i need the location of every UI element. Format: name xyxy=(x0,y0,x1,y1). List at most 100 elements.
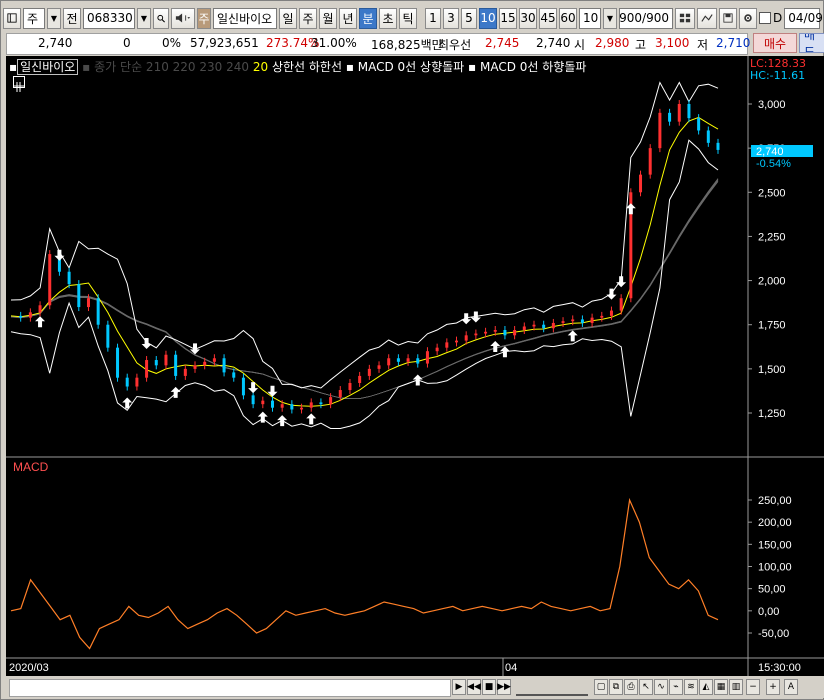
up-arrow-icon xyxy=(567,330,578,342)
candle-body xyxy=(261,400,265,405)
d-label: D xyxy=(773,11,783,25)
panel-icon[interactable] xyxy=(3,7,21,29)
candle-body xyxy=(455,340,459,343)
chart-canvas[interactable]: 3,0002,7502,5002,2502,0001,7501,5001,250… xyxy=(6,56,824,676)
horizontal-scrollbar[interactable] xyxy=(9,679,451,697)
save-icon[interactable] xyxy=(719,7,737,29)
sell-button[interactable]: 매도 xyxy=(799,33,824,53)
speaker-icon[interactable] xyxy=(171,7,195,29)
candle-body xyxy=(551,322,555,329)
trend-icon[interactable]: ⌁ xyxy=(669,679,683,695)
candle-body xyxy=(416,358,420,364)
area-icon[interactable]: ◭ xyxy=(699,679,713,695)
candle-body xyxy=(135,377,139,387)
quote-change: 0 xyxy=(123,36,131,50)
minute-5[interactable]: 5 xyxy=(461,7,477,29)
minute-45[interactable]: 45 xyxy=(539,7,557,29)
period-year[interactable]: 년 xyxy=(339,7,357,29)
period-month[interactable]: 월 xyxy=(319,7,337,29)
candle-body xyxy=(590,317,594,323)
rewind-icon[interactable]: ◀◀ xyxy=(467,679,481,695)
macd-tick-label: 150,00 xyxy=(758,539,792,551)
prev-button[interactable]: 전 xyxy=(63,7,81,29)
code-dropdown-icon[interactable]: ▼ xyxy=(137,7,151,29)
minute-30[interactable]: 30 xyxy=(519,7,537,29)
count-input[interactable]: 900/900 xyxy=(619,7,673,29)
period-minute[interactable]: 분 xyxy=(359,7,377,29)
candle-body xyxy=(96,298,100,325)
gear-icon[interactable] xyxy=(739,7,757,29)
fill-icon[interactable]: ▦ xyxy=(714,679,728,695)
candle-body xyxy=(48,254,52,306)
candle-body xyxy=(677,104,681,122)
chart-panel[interactable]: 3,0002,7502,5002,2502,0001,7501,5001,250… xyxy=(6,56,824,676)
period-day[interactable]: 일 xyxy=(279,7,297,29)
candle-body xyxy=(338,390,342,398)
stop-icon[interactable]: ■ xyxy=(482,679,496,695)
minute-1[interactable]: 1 xyxy=(425,7,441,29)
minute-10[interactable]: 10 xyxy=(479,7,497,29)
chart-type-icon[interactable]: ▥ xyxy=(729,679,743,695)
d-checkbox[interactable] xyxy=(759,12,771,24)
candle-body xyxy=(241,377,245,396)
search-icon[interactable] xyxy=(153,7,169,29)
minute-select[interactable]: 10 xyxy=(579,7,601,29)
auto-icon[interactable]: A xyxy=(784,679,798,695)
legend-n20: 20 xyxy=(252,60,269,74)
best-ask: 2,740 xyxy=(536,36,571,50)
date-input[interactable]: 04/09 xyxy=(784,7,823,29)
candle-body xyxy=(493,330,497,332)
forward-icon[interactable]: ▶▶ xyxy=(497,679,511,695)
minute-dropdown-icon[interactable]: ▼ xyxy=(603,7,617,29)
layout-icon[interactable]: ▢ xyxy=(594,679,608,695)
copy-icon[interactable]: ⧉ xyxy=(609,679,623,695)
quote-volume: 57,923,651 xyxy=(190,36,259,50)
price-tick-label: 2,500 xyxy=(758,187,786,199)
up-arrow-icon xyxy=(490,341,501,353)
market-select[interactable]: 주 xyxy=(23,7,45,29)
up-arrow-icon xyxy=(499,346,510,358)
zoom-out-icon[interactable]: − xyxy=(746,679,760,695)
code-input[interactable]: 068330 xyxy=(83,7,135,29)
price-tick-label: 1,500 xyxy=(758,364,786,376)
up-arrow-icon xyxy=(277,415,288,427)
zoom-slider[interactable] xyxy=(516,680,588,696)
date-left: 2020/03 xyxy=(9,662,49,674)
scroll-right-icon[interactable]: ▶ xyxy=(452,679,466,695)
minute-3[interactable]: 3 xyxy=(443,7,459,29)
candle-body xyxy=(203,361,207,366)
down-arrow-icon xyxy=(606,288,617,300)
price-tick-label: 1,750 xyxy=(758,320,786,332)
candle-body xyxy=(270,400,274,408)
down-arrow-icon xyxy=(248,382,259,394)
macd-tick-label: 200,00 xyxy=(758,517,792,529)
candle-body xyxy=(280,404,284,408)
print-icon[interactable]: ⎙ xyxy=(624,679,638,695)
cursor-icon[interactable]: ↖ xyxy=(639,679,653,695)
wave-icon[interactable]: ∿ xyxy=(654,679,668,695)
period-tick[interactable]: 틱 xyxy=(399,7,417,29)
zoom-in-icon[interactable]: + xyxy=(766,679,780,695)
grid-icon[interactable] xyxy=(675,7,695,29)
pattern-icon[interactable]: ≋ xyxy=(684,679,698,695)
period-second[interactable]: 초 xyxy=(379,7,397,29)
candle-body xyxy=(183,368,187,376)
price-tick-label: 3,000 xyxy=(758,99,786,111)
upper-band-line xyxy=(10,81,719,389)
candle-body xyxy=(396,358,400,362)
macd-tick-label: -50,00 xyxy=(758,628,789,640)
legend-name[interactable]: 일신바이오 xyxy=(17,59,79,75)
candle-body xyxy=(513,330,517,336)
chevron-down-icon[interactable]: ▼ xyxy=(47,7,61,29)
candle-body xyxy=(145,360,149,378)
buy-button[interactable]: 매수 xyxy=(753,33,797,53)
candle-body xyxy=(561,321,565,323)
price-tag: 2,740 xyxy=(756,146,784,158)
line-tool-icon[interactable] xyxy=(697,7,717,29)
macd-series-line xyxy=(10,497,719,650)
minute-60[interactable]: 60 xyxy=(559,7,577,29)
period-week[interactable]: 주 xyxy=(299,7,317,29)
minute-15[interactable]: 15 xyxy=(499,7,517,29)
table-icon[interactable] xyxy=(13,76,25,92)
chart-window: 주 ▼ 전 068330 ▼ 주 일신바이오 일 주 월 년 분 초 틱 1 3… xyxy=(0,0,824,700)
